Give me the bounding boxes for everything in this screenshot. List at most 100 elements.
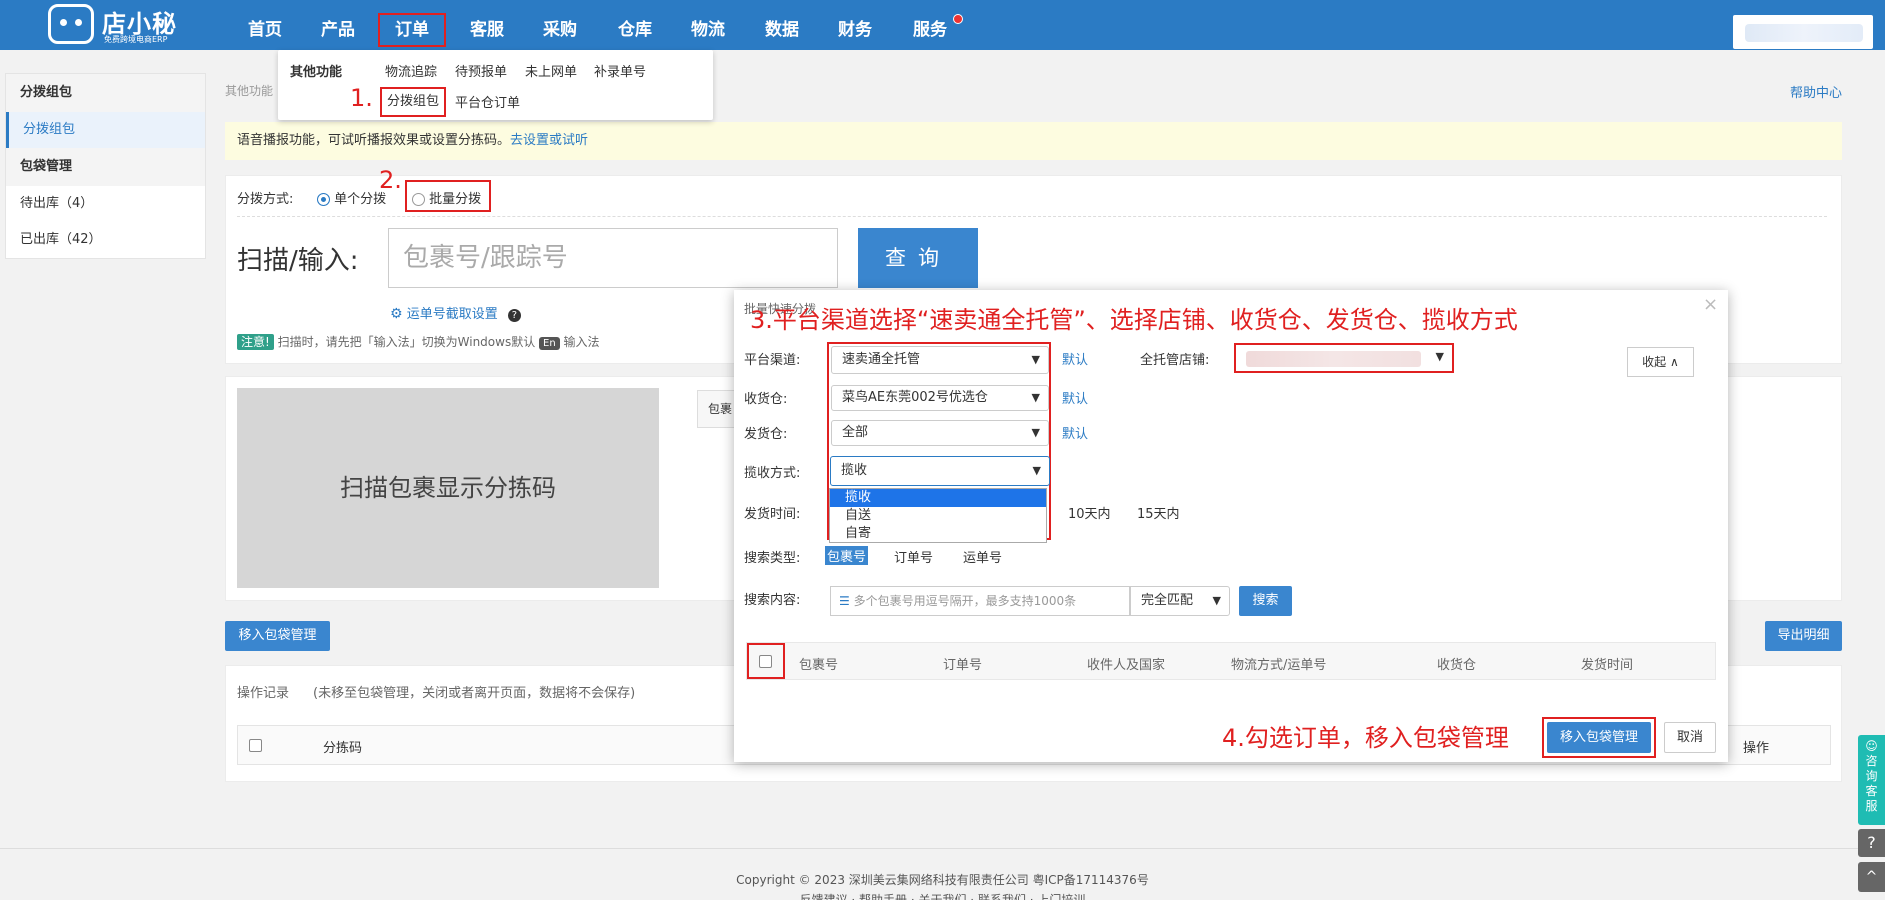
pickup-option-self-mail[interactable]: 自寄: [830, 525, 1046, 543]
search-type-order[interactable]: 订单号: [894, 547, 933, 566]
nav-data[interactable]: 数据: [747, 0, 817, 50]
store-label: 全托管店铺:: [1140, 353, 1210, 368]
chevron-down-icon: ▼: [1435, 350, 1444, 363]
result-table-header: 包裹号 订单号 收件人及国家 物流方式/运单号 收货仓 发货时间: [746, 642, 1716, 680]
collapse-button[interactable]: 收起 ∧: [1627, 347, 1694, 377]
nav-logistics[interactable]: 物流: [673, 0, 743, 50]
footer-links[interactable]: 反馈建议 · 帮助手册 · 关于我们 · 联系我们 · 上门培训: [0, 891, 1885, 900]
nav-warehouse[interactable]: 仓库: [600, 0, 670, 50]
platform-default-link[interactable]: 默认: [1062, 349, 1088, 368]
help-question-icon[interactable]: ?: [1858, 829, 1885, 857]
log-title: 操作记录: [237, 686, 290, 701]
chat-icon: ☺: [1865, 739, 1878, 753]
pickup-label: 揽收方式:: [744, 466, 801, 481]
nav-order[interactable]: 订单: [378, 13, 446, 47]
query-button[interactable]: 查询: [858, 228, 978, 288]
send-select[interactable]: 全部 ▼: [831, 420, 1049, 446]
recv-label: 收货仓:: [744, 392, 788, 407]
store-name-blurred: [1246, 351, 1421, 367]
menu-item-platform-order[interactable]: 平台仓订单: [455, 92, 520, 111]
account-name-blurred: [1745, 24, 1863, 42]
menu-item-sort-package[interactable]: 分拨组包: [380, 87, 446, 117]
nav-service[interactable]: 客服: [452, 0, 522, 50]
modal-move-to-bag-button[interactable]: 移入包袋管理: [1547, 722, 1651, 753]
scan-input[interactable]: 包裹号/跟踪号: [388, 228, 838, 288]
waybill-setting[interactable]: ⚙ 运单号截取设置 ?: [390, 303, 521, 322]
mode-single-label: 单个分拨: [334, 192, 387, 207]
modal-cancel-button[interactable]: 取消: [1664, 722, 1716, 753]
step4-annotation: 4.勾选订单，移入包袋管理: [1222, 724, 1509, 752]
send-label: 发货仓:: [744, 427, 788, 442]
radio-single-icon[interactable]: [317, 193, 330, 206]
mode-label: 分拨方式:: [237, 192, 294, 207]
nav-finance[interactable]: 财务: [820, 0, 890, 50]
order-dropdown-menu: 其他功能 物流追踪 待预报单 未上网单 补录单号 分拨组包 平台仓订单: [278, 50, 713, 120]
select-all-checkbox[interactable]: [759, 655, 772, 668]
menu-item-not-online[interactable]: 未上网单: [525, 61, 577, 80]
time-opt-10[interactable]: 10天内: [1068, 503, 1111, 522]
log-col-code: 分拣码: [323, 741, 363, 756]
chevron-down-icon: ▼: [1032, 464, 1041, 477]
footer: Copyright © 2023 深圳美云集网络科技有限责任公司 粤ICP备17…: [0, 848, 1885, 900]
col-ship-time: 发货时间: [1581, 658, 1634, 673]
sidebar-item-pending[interactable]: 待出库（4）: [6, 186, 205, 222]
consult-service-button[interactable]: ☺ 咨询客服: [1858, 735, 1885, 825]
menu-item-preforecast[interactable]: 待预报单: [455, 61, 507, 80]
pickup-option-self-send[interactable]: 自送: [830, 507, 1046, 525]
search-button[interactable]: 搜索: [1239, 586, 1292, 616]
nav-home[interactable]: 首页: [230, 0, 300, 50]
pickup-options-list: 揽收 自送 自寄: [829, 488, 1047, 543]
search-placeholder: 多个包裹号用逗号隔开，最多支持1000条: [853, 594, 1077, 608]
back-to-top-icon[interactable]: ^: [1858, 862, 1885, 892]
recv-default-link[interactable]: 默认: [1062, 388, 1088, 407]
pickup-option-collect[interactable]: 揽收: [830, 489, 1046, 507]
time-opt-15[interactable]: 15天内: [1137, 503, 1180, 522]
search-type-package[interactable]: 包裹号: [825, 546, 869, 565]
nav-purchase[interactable]: 采购: [525, 0, 595, 50]
gear-icon: ⚙: [390, 306, 403, 322]
export-detail-button[interactable]: 导出明细: [1765, 621, 1842, 651]
mode-batch-label: 批量分拨: [429, 192, 482, 207]
sidebar-item-shipped[interactable]: 已出库（42）: [6, 222, 205, 258]
close-icon[interactable]: ×: [1703, 294, 1718, 315]
help-center-link[interactable]: 帮助中心: [1790, 82, 1842, 101]
left-sidebar: 分拨组包 分拨组包 包袋管理 待出库（4） 已出库（42）: [5, 73, 206, 259]
sidebar-head-sort: 分拨组包: [6, 74, 205, 112]
notice-link[interactable]: 去设置或试听: [510, 133, 588, 148]
scan-note: 注意! 扫描时，请先把「输入法」切换为Windows默认 En 输入法: [237, 333, 600, 350]
nav-services[interactable]: 服务: [895, 0, 965, 50]
radio-batch-icon[interactable]: [412, 193, 425, 206]
question-icon[interactable]: ?: [507, 309, 521, 322]
platform-select[interactable]: 速卖通全托管 ▼: [831, 346, 1049, 374]
log-select-all-checkbox[interactable]: [249, 739, 262, 752]
send-default-link[interactable]: 默认: [1062, 423, 1088, 442]
menu-item-supplement[interactable]: 补录单号: [594, 61, 646, 80]
search-type-label: 搜索类型:: [744, 551, 801, 566]
logo[interactable]: 店小秘 免费跨境电商ERP: [48, 2, 178, 46]
move-to-bag-button[interactable]: 移入包袋管理: [225, 621, 330, 651]
recv-select[interactable]: 菜鸟AE东莞002号优选仓 ▼: [831, 385, 1049, 411]
col-package: 包裹号: [799, 658, 839, 673]
chevron-down-icon: ▼: [1031, 353, 1040, 366]
menu-item-tracking[interactable]: 物流追踪: [385, 61, 437, 80]
robot-logo-icon: [48, 4, 94, 44]
match-select[interactable]: 完全匹配 ▼: [1130, 586, 1230, 616]
notice-text: 语音播报功能，可试听播报效果或设置分拣码。: [237, 133, 511, 148]
pickup-select[interactable]: 揽收 ▼: [830, 456, 1050, 486]
chevron-down-icon: ▼: [1212, 594, 1221, 607]
sidebar-item-sort[interactable]: 分拨组包: [6, 112, 205, 148]
platform-label: 平台渠道:: [744, 353, 801, 368]
nav-product[interactable]: 产品: [303, 0, 373, 50]
sidebar-head-bag: 包袋管理: [6, 148, 205, 186]
step1-annotation: 1.: [350, 84, 373, 112]
search-type-waybill[interactable]: 运单号: [963, 547, 1002, 566]
mode-batch[interactable]: 批量分拨: [405, 180, 491, 212]
chevron-down-icon: ▼: [1031, 391, 1040, 404]
scan-label: 扫描/输入:: [237, 246, 359, 276]
store-select[interactable]: ▼: [1234, 343, 1454, 373]
search-content-input[interactable]: ☰ 多个包裹号用逗号隔开，最多支持1000条: [830, 586, 1130, 616]
match-value: 完全匹配: [1141, 593, 1194, 608]
note-badge: 注意!: [237, 334, 274, 350]
mode-single[interactable]: 单个分拨: [317, 188, 386, 207]
col-order: 订单号: [943, 658, 983, 673]
